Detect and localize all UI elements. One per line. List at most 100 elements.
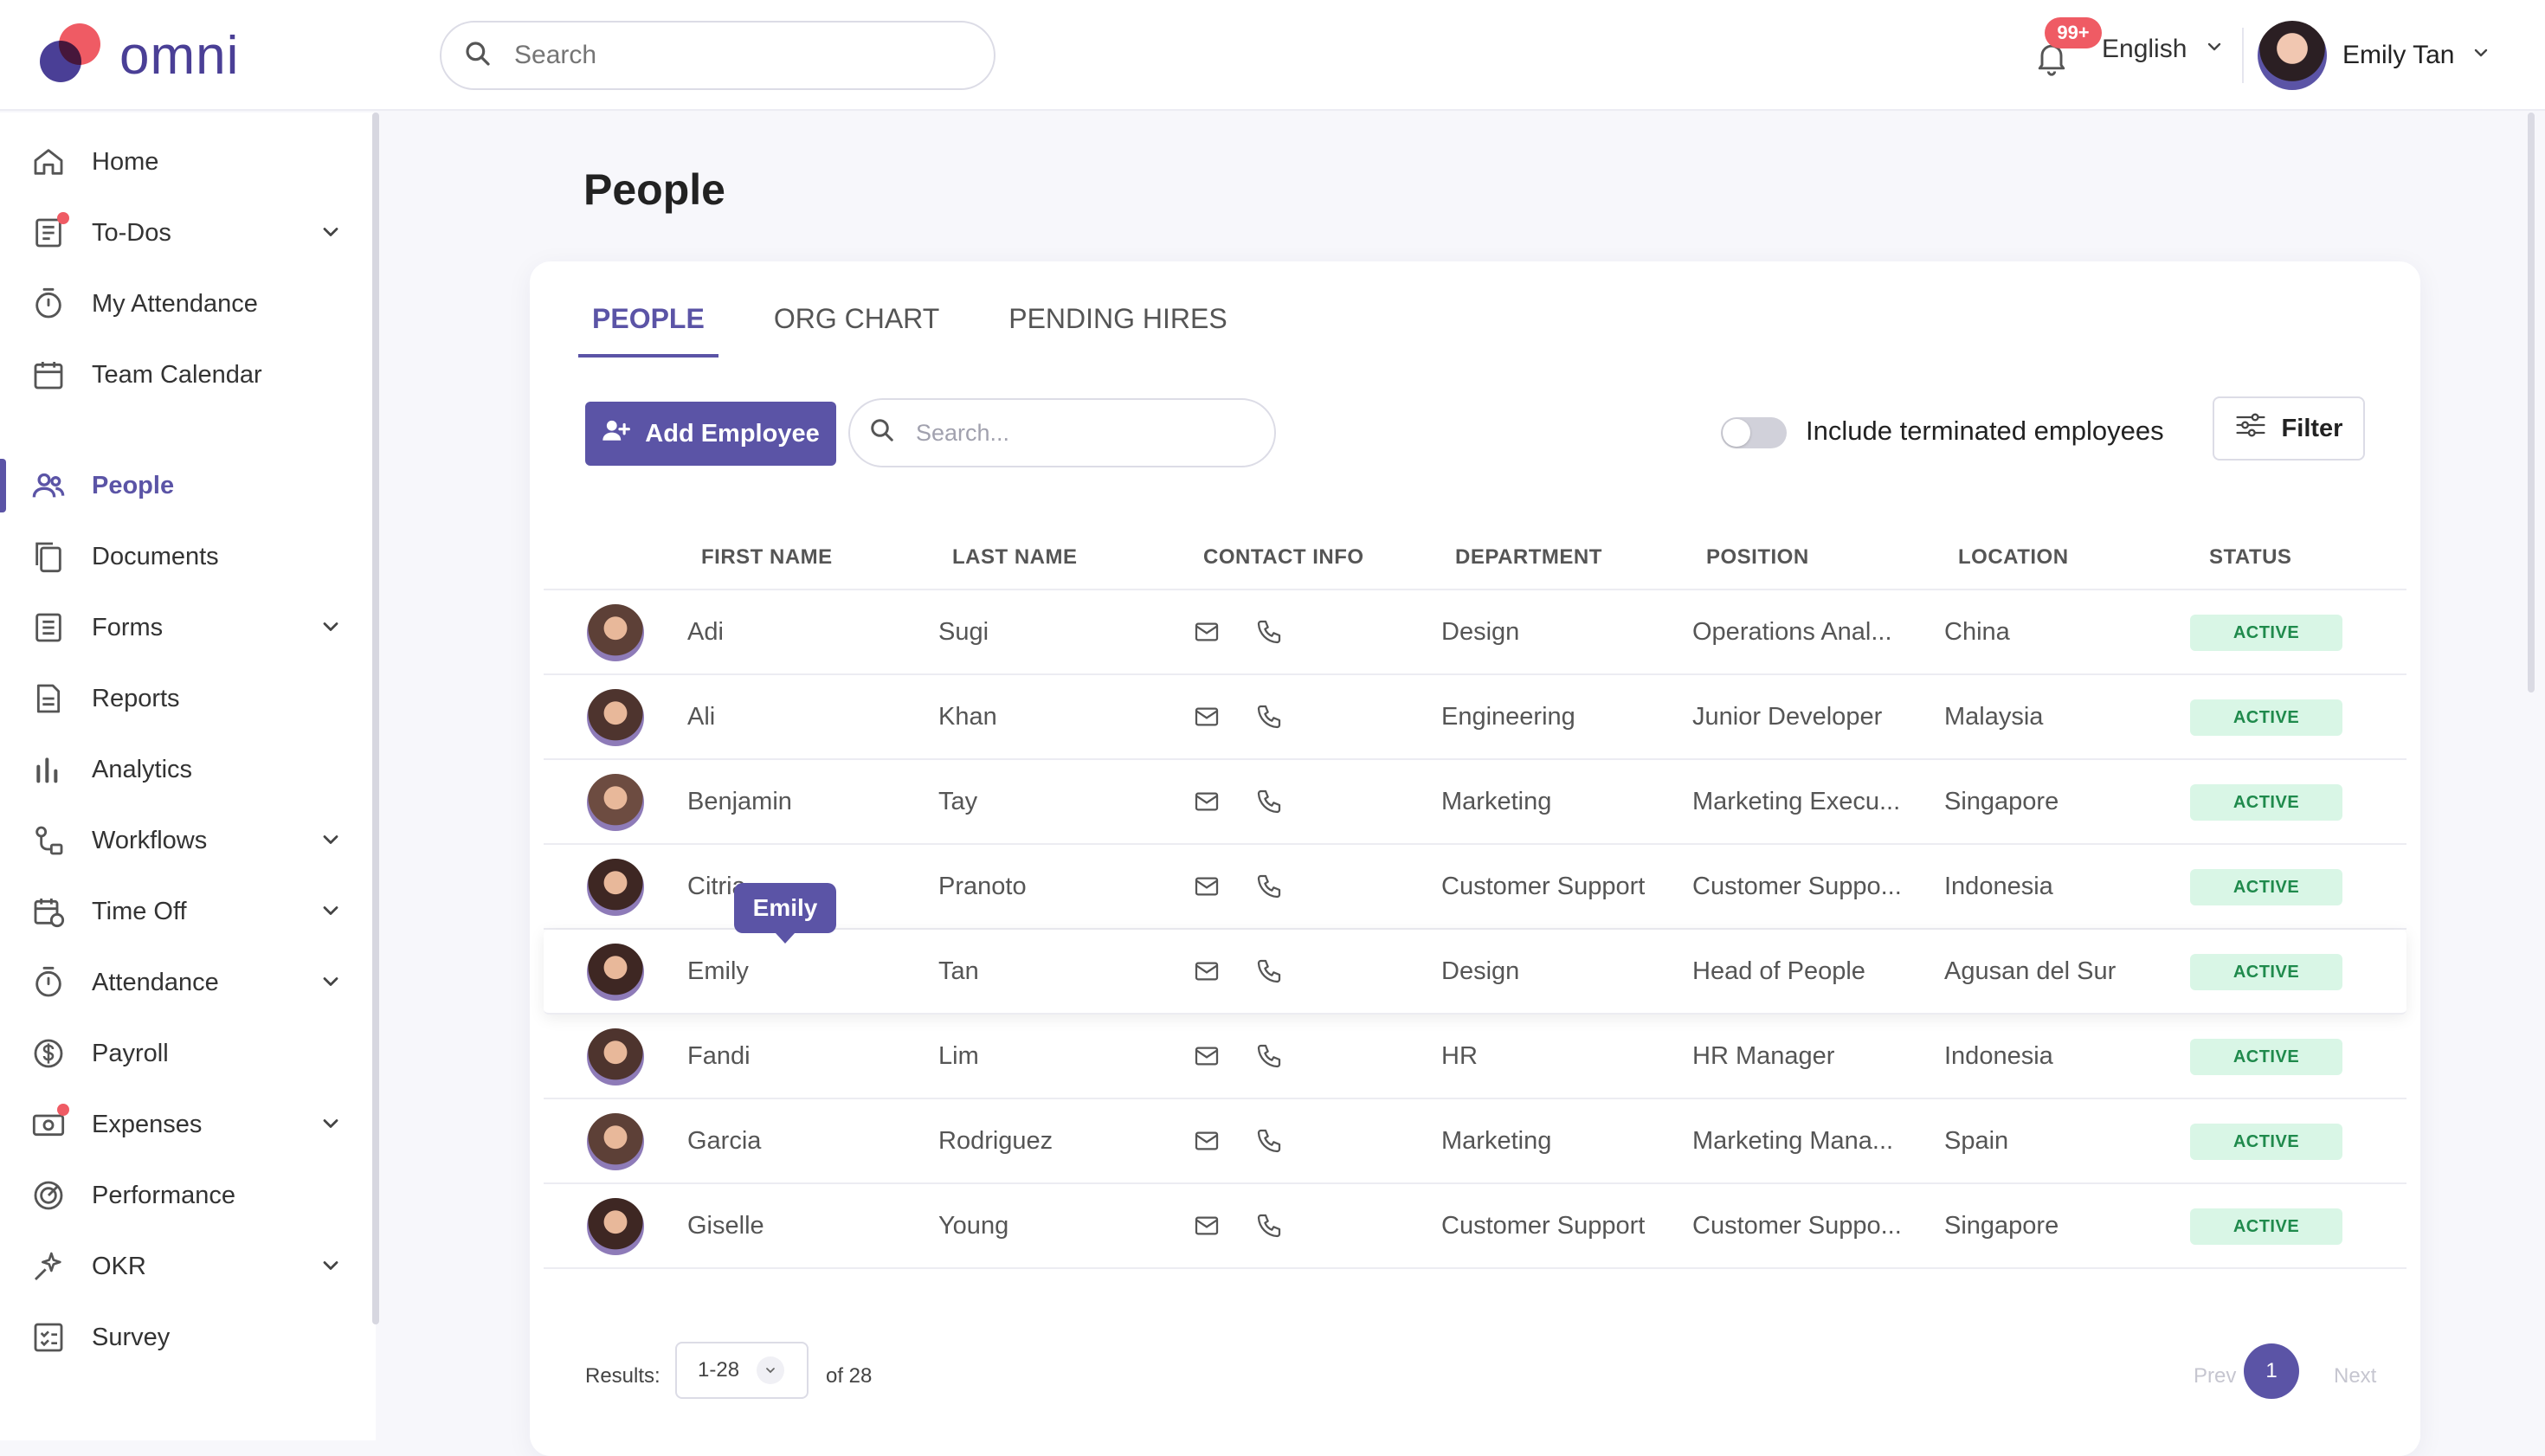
global-search[interactable] xyxy=(440,21,995,90)
table-row[interactable]: Benjamin Tay Marketing Marketing Execu... Si… xyxy=(544,760,2406,845)
contact-info xyxy=(1193,618,1283,653)
location-cell: Agusan del Sur xyxy=(1944,957,2117,985)
chevron-down-icon[interactable] xyxy=(319,615,343,639)
add-employee-button[interactable]: Add Employee xyxy=(585,402,836,466)
table-row[interactable]: Fandi Lim HR HR Manager Indonesia ACTIVE xyxy=(544,1015,2406,1099)
sidebar-scrollbar[interactable] xyxy=(372,113,379,1324)
header-department[interactable]: DEPARTMENT xyxy=(1455,545,1602,570)
email-icon[interactable] xyxy=(1193,1127,1221,1162)
avatar[interactable] xyxy=(587,604,644,661)
header-position[interactable]: POSITION xyxy=(1706,545,1809,570)
sidebar-item-documents[interactable]: Documents xyxy=(0,521,372,592)
phone-icon[interactable] xyxy=(1255,703,1283,738)
chevron-down-icon[interactable] xyxy=(319,1253,343,1278)
email-icon[interactable] xyxy=(1193,788,1221,822)
email-icon[interactable] xyxy=(1193,703,1221,738)
sidebar-item-payroll[interactable]: Payroll xyxy=(0,1018,372,1089)
global-search-input[interactable] xyxy=(512,40,963,71)
sidebar-item-forms[interactable]: Forms xyxy=(0,592,372,663)
calendar-clock-icon xyxy=(31,894,66,929)
pagination: Results: 1-28 of 28 Prev 1 Next xyxy=(585,1342,2376,1411)
table-row[interactable]: Giselle Young Customer Support Customer Sup… xyxy=(544,1184,2406,1269)
header-location[interactable]: LOCATION xyxy=(1958,545,2069,570)
avatar[interactable] xyxy=(587,1113,644,1170)
avatar[interactable] xyxy=(587,774,644,831)
phone-icon[interactable] xyxy=(1255,1042,1283,1077)
status-badge: ACTIVE xyxy=(2190,784,2342,821)
sidebar-item-team-calendar[interactable]: Team Calendar xyxy=(0,339,372,410)
omni-logo[interactable]: omni xyxy=(40,21,239,90)
first-name-cell: Emily xyxy=(687,957,749,985)
sidebar-item-workflows[interactable]: Workflows xyxy=(0,805,372,876)
header-status[interactable]: STATUS xyxy=(2209,545,2291,570)
phone-icon[interactable] xyxy=(1255,1127,1283,1162)
user-menu[interactable]: Emily Tan xyxy=(2258,21,2491,90)
table-row[interactable]: Emily Tan Design Head of People Agusan del S… xyxy=(544,930,2406,1015)
sidebar-item-expenses[interactable]: Expenses xyxy=(0,1089,372,1160)
sidebar-item-label: People xyxy=(92,471,175,499)
language-label: English xyxy=(2102,35,2187,63)
sidebar-item-label: Workflows xyxy=(92,826,208,854)
tab-pending-hires[interactable]: PENDING HIRES xyxy=(995,303,1240,358)
first-name-cell: Ali xyxy=(687,703,716,731)
location-cell: Spain xyxy=(1944,1127,2009,1155)
filter-button[interactable]: Filter xyxy=(2213,396,2365,461)
results-range-select[interactable]: 1-28 xyxy=(675,1342,809,1399)
language-selector[interactable]: English xyxy=(2102,35,2225,64)
sidebar-item-to-dos[interactable]: To-Dos xyxy=(0,197,372,268)
first-name-cell: Benjamin xyxy=(687,788,792,815)
sidebar-item-attendance[interactable]: Attendance xyxy=(0,947,372,1018)
main-scrollbar[interactable] xyxy=(2528,113,2535,693)
phone-icon[interactable] xyxy=(1255,957,1283,992)
form-icon xyxy=(31,610,66,645)
avatar[interactable] xyxy=(587,689,644,746)
include-terminated-toggle[interactable] xyxy=(1721,417,1787,448)
table-row[interactable]: Ali Khan Engineering Junior Developer Malays… xyxy=(544,675,2406,760)
tab-people[interactable]: PEOPLE xyxy=(578,303,718,358)
sidebar-item-okr[interactable]: OKR xyxy=(0,1231,372,1302)
avatar[interactable] xyxy=(587,859,644,916)
phone-icon[interactable] xyxy=(1255,1212,1283,1247)
header-last-name[interactable]: LAST NAME xyxy=(952,545,1078,570)
email-icon[interactable] xyxy=(1193,873,1221,907)
table-search-input[interactable]: Search... xyxy=(848,398,1276,467)
sidebar-item-survey[interactable]: Survey xyxy=(0,1302,372,1373)
calendar-icon xyxy=(31,358,66,392)
chevron-down-icon[interactable] xyxy=(319,899,343,923)
status-badge: ACTIVE xyxy=(2190,1124,2342,1160)
page-1-button[interactable]: 1 xyxy=(2244,1343,2299,1399)
location-cell: Indonesia xyxy=(1944,1042,2053,1070)
table-row[interactable]: Garcia Rodriguez Marketing Marketing Mana..… xyxy=(544,1099,2406,1184)
sidebar-item-time-off[interactable]: Time Off xyxy=(0,876,372,947)
avatar[interactable] xyxy=(587,1028,644,1086)
sidebar-item-people[interactable]: People xyxy=(0,450,372,521)
tab-org-chart[interactable]: ORG CHART xyxy=(760,303,953,358)
sidebar-item-performance[interactable]: Performance xyxy=(0,1160,372,1231)
sidebar-item-reports[interactable]: Reports xyxy=(0,663,372,734)
phone-icon[interactable] xyxy=(1255,618,1283,653)
department-cell: Engineering xyxy=(1441,703,1575,731)
chevron-down-icon[interactable] xyxy=(319,970,343,994)
email-icon[interactable] xyxy=(1193,957,1221,992)
phone-icon[interactable] xyxy=(1255,788,1283,822)
bar-chart-icon xyxy=(31,752,66,787)
sidebar-item-home[interactable]: Home xyxy=(0,126,372,197)
phone-icon[interactable] xyxy=(1255,873,1283,907)
prev-page-button[interactable]: Prev xyxy=(2194,1364,2236,1388)
email-icon[interactable] xyxy=(1193,1212,1221,1247)
email-icon[interactable] xyxy=(1193,618,1221,653)
chevron-down-icon[interactable] xyxy=(319,1111,343,1136)
department-cell: Marketing xyxy=(1441,1127,1552,1155)
avatar[interactable] xyxy=(587,1198,644,1255)
sidebar-item-my-attendance[interactable]: My Attendance xyxy=(0,268,372,339)
next-page-button[interactable]: Next xyxy=(2334,1364,2376,1388)
table-row[interactable]: Adi Sugi Design Operations Anal... China ACTI… xyxy=(544,590,2406,675)
chevron-down-icon[interactable] xyxy=(319,220,343,244)
sidebar-item-analytics[interactable]: Analytics xyxy=(0,734,372,805)
sidebar-item-label: To-Dos xyxy=(92,218,171,247)
add-user-icon xyxy=(602,417,631,450)
avatar[interactable] xyxy=(587,944,644,1001)
chevron-down-icon[interactable] xyxy=(319,828,343,852)
email-icon[interactable] xyxy=(1193,1042,1221,1077)
header-first-name[interactable]: FIRST NAME xyxy=(701,545,833,570)
